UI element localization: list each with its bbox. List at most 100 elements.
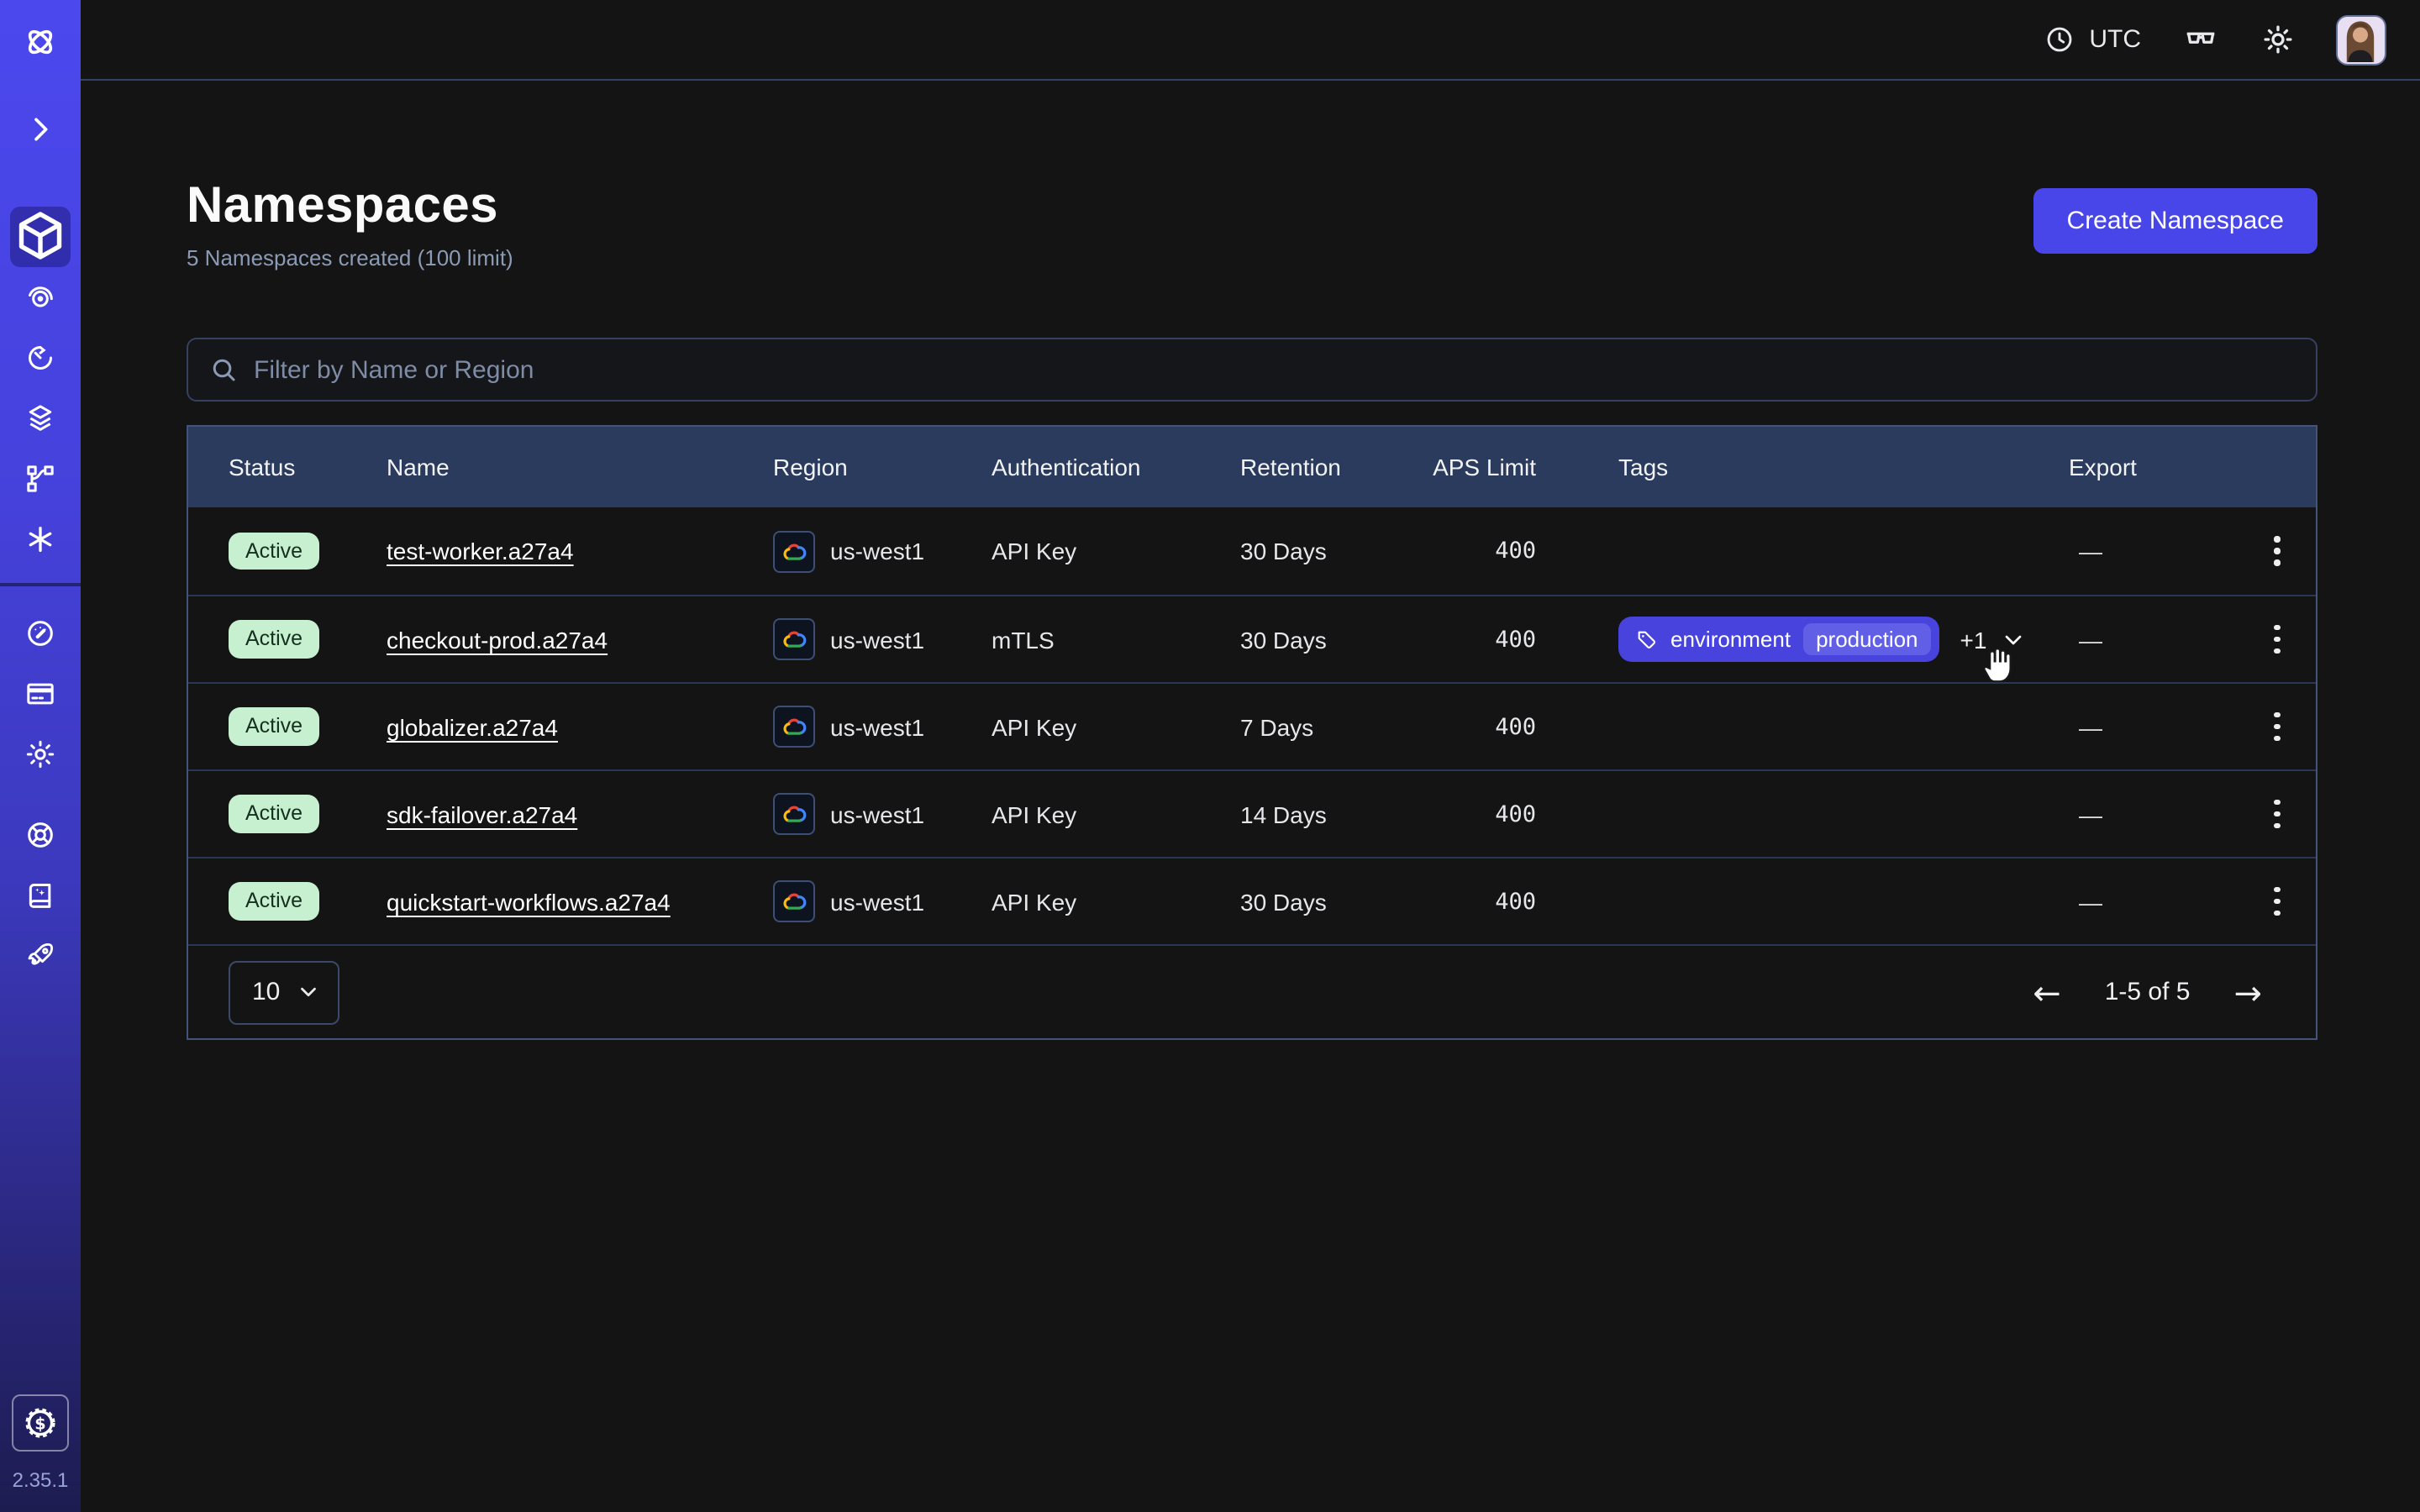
tag-chip[interactable]: environment production <box>1618 617 1940 662</box>
google-cloud-icon <box>781 714 807 739</box>
table-row[interactable]: Active test-worker.a27a4 us-west1 API Ke… <box>188 507 2316 595</box>
row-actions-menu-button[interactable] <box>2254 528 2301 575</box>
col-tags: Tags <box>1536 454 2069 480</box>
tag-icon <box>1635 627 1659 651</box>
usage-gauge-icon <box>24 617 57 650</box>
sidebar-item-nexus[interactable] <box>0 509 81 570</box>
retention-value: 30 Days <box>1240 888 1428 915</box>
svg-text:$: $ <box>34 1414 45 1433</box>
row-actions-menu-button[interactable] <box>2254 878 2301 925</box>
avatar-photo <box>2338 16 2383 61</box>
chevron-down-icon <box>2000 626 2027 653</box>
col-name: Name <box>387 454 773 480</box>
auth-method: API Key <box>992 713 1240 740</box>
deployments-layers-icon <box>24 402 57 435</box>
export-value: — <box>2069 538 2240 564</box>
cloud-provider-tile <box>773 793 815 835</box>
auth-method: API Key <box>992 801 1240 827</box>
reader-mode-button[interactable] <box>2181 20 2220 59</box>
google-cloud-icon <box>781 627 807 652</box>
namespace-link[interactable]: quickstart-workflows.a27a4 <box>387 888 671 915</box>
search-icon <box>208 354 239 385</box>
auth-method: API Key <box>992 538 1240 564</box>
plan-usage-button[interactable]: $ <box>12 1394 69 1452</box>
sidebar-item-quickstart[interactable] <box>0 926 81 986</box>
app-version: 2.35.1 <box>13 1468 69 1492</box>
auth-method: API Key <box>992 888 1240 915</box>
pipelines-branch-icon <box>24 462 57 496</box>
table-row[interactable]: Active quickstart-workflows.a27a4 us-wes… <box>188 857 2316 944</box>
timezone-selector[interactable]: UTC <box>2044 24 2141 55</box>
region-label: us-west1 <box>830 626 924 653</box>
export-value: — <box>2069 713 2240 740</box>
row-actions-menu-button[interactable] <box>2254 703 2301 750</box>
sidebar-item-settings[interactable] <box>0 724 81 785</box>
aps-limit-value: 400 <box>1428 538 1536 564</box>
settings-gear-icon <box>24 738 57 771</box>
quickstart-rocket-icon <box>24 939 57 973</box>
sidebar-item-namespaces[interactable] <box>10 207 71 267</box>
temporal-logo[interactable] <box>0 12 81 72</box>
col-export: Export <box>2069 454 2240 480</box>
table-row[interactable]: Active checkout-prod.a27a4 us-west1 mTLS… <box>188 595 2316 682</box>
sidebar-divider <box>0 583 81 586</box>
export-value: — <box>2069 801 2240 827</box>
nexus-asterisk-icon <box>24 522 57 556</box>
topbar: UTC <box>81 0 2420 81</box>
google-cloud-icon <box>781 801 807 827</box>
sidebar: $ 2.35.1 <box>0 0 81 1512</box>
user-avatar[interactable] <box>2336 14 2386 65</box>
table-row[interactable]: Active sdk-failover.a27a4 us-west1 API K… <box>188 769 2316 857</box>
aps-limit-value: 400 <box>1428 713 1536 740</box>
table-row[interactable]: Active globalizer.a27a4 us-west1 API Key… <box>188 682 2316 769</box>
namespace-link[interactable]: sdk-failover.a27a4 <box>387 801 577 827</box>
history-timer-icon <box>24 341 57 375</box>
app-root: $ 2.35.1 UTC <box>0 0 2420 1512</box>
region-label: us-west1 <box>830 713 924 740</box>
filter-input[interactable] <box>254 355 2296 384</box>
sidebar-item-monitor[interactable] <box>0 267 81 328</box>
status-badge: Active <box>229 795 319 833</box>
tags-more-toggle[interactable]: +1 <box>1960 626 2028 653</box>
namespace-link[interactable]: test-worker.a27a4 <box>387 538 574 564</box>
plan-money-badge-icon: $ <box>22 1404 59 1441</box>
sidebar-item-pipelines[interactable] <box>0 449 81 509</box>
aps-limit-value: 400 <box>1428 626 1536 653</box>
page-size-select[interactable]: 10 <box>229 960 339 1024</box>
sidebar-expand-button[interactable] <box>0 99 81 160</box>
sidebar-item-deployments[interactable] <box>0 388 81 449</box>
region-label: us-west1 <box>830 801 924 827</box>
status-badge: Active <box>229 621 319 659</box>
sidebar-item-history[interactable] <box>0 328 81 388</box>
sidebar-item-billing[interactable] <box>0 664 81 724</box>
sidebar-item-usage[interactable] <box>0 603 81 664</box>
retention-value: 30 Days <box>1240 626 1428 653</box>
status-badge: Active <box>229 883 319 921</box>
cloud-provider-tile <box>773 618 815 660</box>
row-actions-menu-button[interactable] <box>2254 790 2301 837</box>
google-cloud-icon <box>781 538 807 564</box>
col-status: Status <box>229 454 387 480</box>
sun-theme-icon <box>2260 22 2296 57</box>
namespaces-table: Status Name Region Authentication Retent… <box>187 425 2317 1040</box>
create-namespace-button[interactable]: Create Namespace <box>2033 188 2317 254</box>
page-title: Namespaces <box>187 178 513 235</box>
table-header-row: Status Name Region Authentication Retent… <box>188 427 2316 507</box>
namespace-link[interactable]: checkout-prod.a27a4 <box>387 626 608 653</box>
auth-method: mTLS <box>992 626 1240 653</box>
col-aps-limit: APS Limit <box>1428 454 1536 480</box>
tag-key: environment <box>1670 627 1791 652</box>
clock-icon <box>2044 24 2075 55</box>
row-actions-menu-button[interactable] <box>2254 616 2301 663</box>
retention-value: 7 Days <box>1240 713 1428 740</box>
sidebar-item-support[interactable] <box>0 805 81 865</box>
next-page-button[interactable]: → <box>2233 975 2262 1009</box>
theme-toggle-button[interactable] <box>2260 22 2296 57</box>
status-badge: Active <box>229 708 319 746</box>
sidebar-item-docs[interactable] <box>0 865 81 926</box>
prev-page-button[interactable]: ← <box>2033 975 2061 1009</box>
page-range-label: 1-5 of 5 <box>2105 978 2191 1006</box>
col-retention: Retention <box>1240 454 1428 480</box>
namespace-link[interactable]: globalizer.a27a4 <box>387 713 558 740</box>
status-badge: Active <box>229 533 319 570</box>
